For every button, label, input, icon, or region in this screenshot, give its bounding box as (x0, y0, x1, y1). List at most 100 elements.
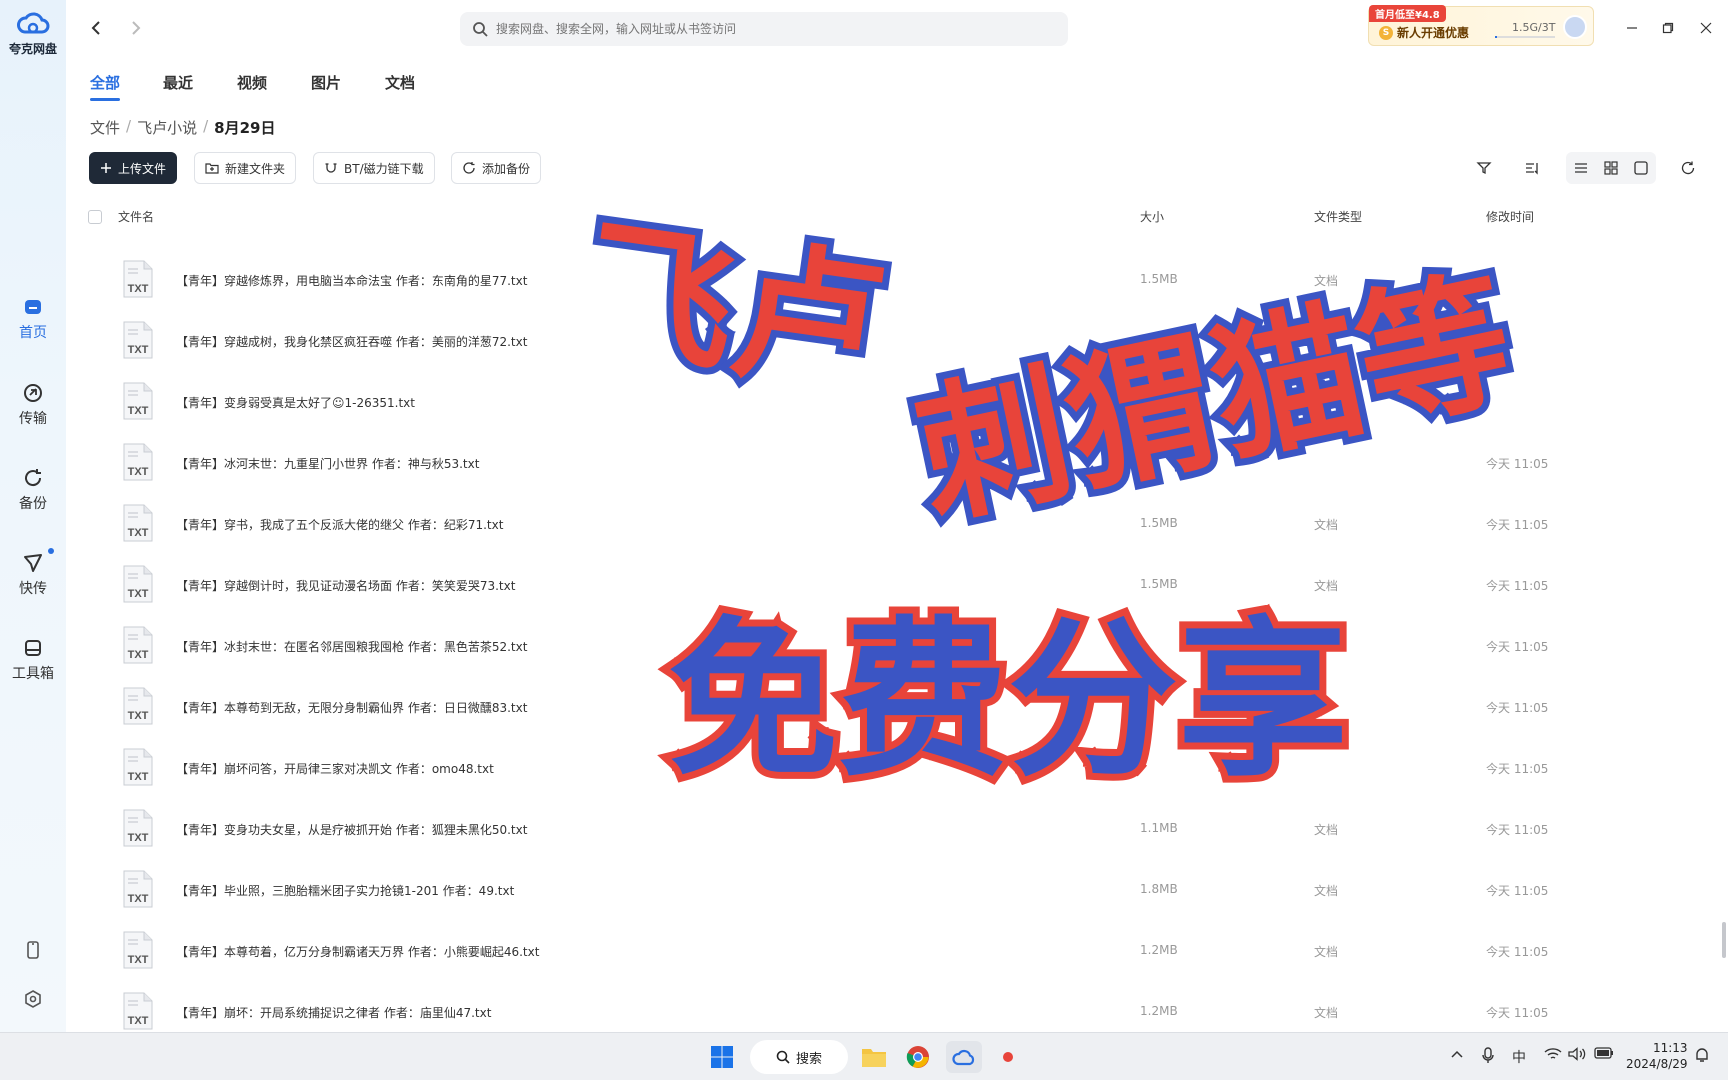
volume-icon[interactable] (1568, 1047, 1586, 1065)
txt-file-icon: TXT (123, 748, 153, 786)
table-row[interactable]: TXT 【青年】本尊苟到无敌，无限分身制霸仙界 作者：日日微醺83.txt 今天 1… (0, 677, 1728, 738)
file-name[interactable]: 【青年】穿越倒计时，我见证动漫名场面 作者：笑笑爱哭73.txt (176, 577, 515, 594)
file-mtime: 今天 11:05 (1486, 1006, 1549, 1020)
table-row[interactable]: TXT 【青年】穿越修炼界，用电脑当本命法宝 作者：东南角的星77.txt 1.5M… (0, 250, 1728, 311)
sort-icon (1526, 163, 1538, 175)
txt-file-icon-label: TXT (128, 954, 149, 966)
txt-file-icon: TXT (123, 626, 153, 664)
taskbar-file-explorer[interactable] (858, 1041, 890, 1073)
table-row[interactable]: TXT 【青年】穿越成树，我身化禁区疯狂吞噬 作者：美丽的洋葱72.txt (0, 311, 1728, 372)
close-icon (1700, 22, 1712, 34)
tab-document[interactable]: 文档 (385, 72, 415, 93)
taskbar-chrome[interactable] (902, 1041, 934, 1073)
avatar[interactable] (1563, 15, 1587, 39)
close-button[interactable] (1694, 16, 1718, 40)
taskbar-quark-drive[interactable] (946, 1041, 982, 1073)
table-row[interactable]: TXT 【青年】穿越倒计时，我见证动漫名场面 作者：笑笑爱哭73.txt 1.5MB… (0, 555, 1728, 616)
table-row[interactable]: TXT 【青年】冰河末世：九重星门小世界 作者：神与秋53.txt 今天 11:05 (0, 433, 1728, 494)
header-name[interactable]: 文件名 (118, 208, 154, 225)
file-name[interactable]: 【青年】冰封末世：在匿名邻居囤粮我囤枪 作者：黑色苦茶52.txt (176, 638, 527, 655)
microphone-icon[interactable] (1482, 1047, 1494, 1069)
table-row[interactable]: TXT 【青年】变身弱受真是太好了☺1-26351.txt (0, 372, 1728, 433)
upload-label: 上传文件 (118, 161, 167, 176)
wifi-icon[interactable] (1544, 1047, 1562, 1065)
table-row[interactable]: TXT 【青年】本尊苟着，亿万分身制霸诸天万界 作者：小熊要崛起46.txt 1.2… (0, 921, 1728, 982)
sort-button[interactable] (1516, 152, 1548, 184)
select-all-checkbox[interactable] (88, 210, 102, 224)
file-type: 文档 (1314, 518, 1339, 532)
large-view-icon[interactable] (1634, 161, 1648, 175)
tray-overflow-icon[interactable] (1450, 1047, 1464, 1063)
taskbar-search[interactable]: 搜索 (750, 1040, 848, 1074)
table-header: 文件名 大小 文件类型 修改时间 (88, 208, 1648, 232)
txt-file-icon: TXT (123, 504, 153, 542)
battery-icon[interactable] (1594, 1047, 1614, 1063)
file-name[interactable]: 【青年】变身功夫女星，从是疗被抓开始 作者：狐狸未黑化50.txt (176, 821, 527, 838)
storage-bar (1495, 36, 1555, 38)
txt-file-icon-label: TXT (128, 649, 149, 661)
chevron-left-icon (91, 21, 100, 35)
file-name[interactable]: 【青年】本尊苟到无敌，无限分身制霸仙界 作者：日日微醺83.txt (176, 699, 527, 716)
coin-icon: S (1379, 25, 1393, 40)
record-icon (1003, 1052, 1013, 1062)
txt-file-icon-label: TXT (128, 893, 149, 905)
table-row[interactable]: TXT 【青年】崩坏问答，开局律三家对决凯文 作者：omo48.txt 今天 11:… (0, 738, 1728, 799)
tab-recent[interactable]: 最近 (163, 72, 193, 93)
table-row[interactable]: TXT 【青年】毕业照，三胞胎糯米团子实力抢镜1-201 作者：49.txt 1.8… (0, 860, 1728, 921)
minimize-button[interactable] (1620, 16, 1644, 40)
taskbar-recorder[interactable] (994, 1041, 1022, 1073)
file-name[interactable]: 【青年】变身弱受真是太好了☺1-26351.txt (176, 394, 415, 411)
tab-image[interactable]: 图片 (311, 72, 341, 93)
file-type: 文档 (1314, 945, 1339, 959)
add-backup-button[interactable]: 添加备份 (451, 152, 542, 184)
chrome-icon (906, 1046, 929, 1068)
upload-button[interactable]: 上传文件 (89, 152, 178, 184)
ime-indicator[interactable]: 中 (1512, 1047, 1526, 1067)
file-name[interactable]: 【青年】本尊苟着，亿万分身制霸诸天万界 作者：小熊要崛起46.txt (176, 943, 539, 960)
txt-file-icon-label: TXT (128, 771, 149, 783)
search-input[interactable] (496, 22, 1036, 36)
system-clock[interactable]: 11:13 2024/8/29 (1626, 1040, 1688, 1072)
grid-view-icon[interactable] (1604, 161, 1618, 175)
promo-banner[interactable]: 首月低至¥4.8 S 新人开通优惠 1.5G/3T (1368, 5, 1594, 46)
restore-button[interactable] (1656, 16, 1680, 40)
taskbar: 搜索 中 11:13 2024/8/29 (0, 1032, 1728, 1080)
header-size[interactable]: 大小 (1140, 208, 1164, 225)
header-mtime[interactable]: 修改时间 (1486, 208, 1534, 225)
header-type[interactable]: 文件类型 (1314, 208, 1362, 225)
refresh-button[interactable] (1672, 152, 1704, 184)
file-type: 文档 (1314, 579, 1339, 593)
app-logo[interactable]: 夸克网盘 (0, 8, 66, 57)
bt-download-button[interactable]: BT/磁力链下载 (313, 152, 435, 184)
cloud-logo-icon (952, 1049, 975, 1066)
file-name[interactable]: 【青年】崩坏：开局系统捕捉识之律者 作者：庙里仙47.txt (176, 1004, 491, 1021)
notification-bell-icon[interactable] (1694, 1047, 1710, 1067)
filter-button[interactable] (1468, 152, 1500, 184)
scrollbar-thumb[interactable] (1722, 922, 1726, 958)
new-folder-button[interactable]: 新建文件夹 (194, 152, 297, 184)
magnet-icon (325, 163, 337, 173)
file-name[interactable]: 【青年】冰河末世：九重星门小世界 作者：神与秋53.txt (176, 455, 479, 472)
breadcrumb-item[interactable]: 飞卢小说 (137, 117, 197, 138)
promo-tag: 首月低至¥4.8 (1369, 5, 1446, 22)
file-name[interactable]: 【青年】穿越修炼界，用电脑当本命法宝 作者：东南角的星77.txt (176, 272, 527, 289)
breadcrumb-item[interactable]: 文件 (90, 117, 120, 138)
chevron-right-icon (132, 21, 141, 35)
list-view-icon[interactable] (1574, 161, 1588, 175)
txt-file-icon-label: TXT (128, 527, 149, 539)
file-name[interactable]: 【青年】穿越成树，我身化禁区疯狂吞噬 作者：美丽的洋葱72.txt (176, 333, 527, 350)
table-row[interactable]: TXT 【青年】冰封末世：在匿名邻居囤粮我囤枪 作者：黑色苦茶52.txt 今天 1… (0, 616, 1728, 677)
file-name[interactable]: 【青年】穿书，我成了五个反派大佬的继父 作者：纪彩71.txt (176, 516, 503, 533)
tab-all[interactable]: 全部 (90, 72, 121, 101)
tab-video[interactable]: 视频 (237, 72, 267, 93)
table-row[interactable]: TXT 【青年】变身功夫女星，从是疗被抓开始 作者：狐狸未黑化50.txt 1.1M… (0, 799, 1728, 860)
file-name[interactable]: 【青年】崩坏问答，开局律三家对决凯文 作者：omo48.txt (176, 760, 494, 777)
forward-button[interactable] (124, 16, 148, 40)
file-mtime: 今天 11:05 (1486, 701, 1549, 715)
start-button[interactable] (706, 1041, 738, 1073)
table-row[interactable]: TXT 【青年】穿书，我成了五个反派大佬的继父 作者：纪彩71.txt 1.5MB 文… (0, 494, 1728, 555)
search-bar[interactable] (460, 12, 1068, 46)
file-name[interactable]: 【青年】毕业照，三胞胎糯米团子实力抢镜1-201 作者：49.txt (176, 882, 514, 899)
refresh-backup-icon (463, 162, 475, 174)
back-button[interactable] (84, 16, 108, 40)
